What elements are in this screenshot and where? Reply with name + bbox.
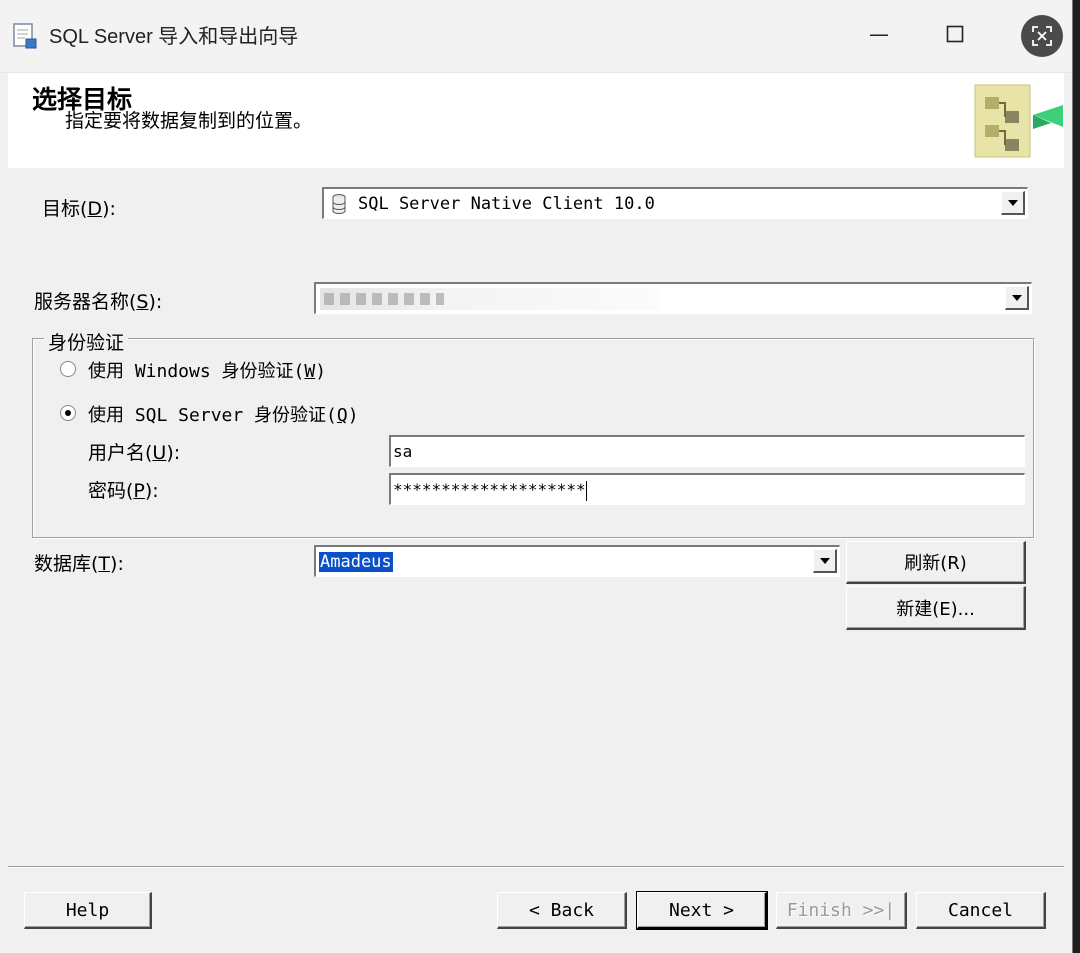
window-title: SQL Server 导入和导出向导	[49, 26, 299, 48]
screenshot-close-icon	[1032, 26, 1052, 46]
chevron-down-icon	[1007, 199, 1018, 206]
server-name-dropdown-button[interactable]	[1005, 286, 1029, 310]
windows-auth-label[interactable]: 使用 Windows 身份验证(W)	[88, 357, 326, 383]
destination-select[interactable]: SQL Server Native Client 10.0	[322, 187, 1028, 219]
cancel-button-label: Cancel	[947, 899, 1014, 921]
help-button[interactable]: Help	[24, 892, 152, 929]
password-input[interactable]: ********************	[389, 473, 1025, 505]
refresh-button-label: 刷新(R)	[904, 553, 967, 574]
database-label: 数据库(T):	[34, 553, 124, 575]
header-divider	[8, 166, 1064, 168]
help-button-label: Help	[65, 899, 110, 921]
password-label: 密码(P):	[88, 480, 159, 502]
username-input[interactable]: sa	[389, 435, 1025, 467]
wizard-window: SQL Server 导入和导出向导 — 选择目标 指定要将数据复制到的位置。	[0, 0, 1073, 953]
sql-auth-radio[interactable]	[60, 405, 76, 421]
minimize-button[interactable]: —	[856, 14, 902, 54]
page-subtitle: 指定要将数据复制到的位置。	[65, 110, 313, 132]
wizard-header-graphic-icon	[974, 84, 1063, 158]
cancel-button[interactable]: Cancel	[916, 892, 1046, 929]
server-name-redacted-marks	[324, 293, 444, 305]
minimize-icon: —	[869, 22, 889, 46]
destination-value: SQL Server Native Client 10.0	[358, 194, 655, 214]
database-icon	[332, 194, 346, 214]
chevron-down-icon	[1011, 294, 1022, 301]
text-caret	[585, 480, 587, 501]
new-database-button[interactable]: 新建(E)...	[846, 586, 1026, 630]
next-button-label: Next >	[668, 899, 735, 921]
password-value: ********************	[393, 480, 586, 499]
footer-separator	[8, 866, 1064, 867]
finish-button: Finish >>|	[776, 892, 907, 929]
database-dropdown-button[interactable]	[813, 549, 837, 573]
database-value: Amadeus	[319, 552, 393, 572]
windows-auth-radio[interactable]	[60, 361, 76, 377]
wizard-app-icon	[13, 23, 37, 49]
next-button[interactable]: Next >	[636, 891, 768, 930]
maximize-icon	[946, 25, 964, 43]
screenshot-close-button[interactable]	[1021, 15, 1063, 57]
back-button-label: < Back	[528, 899, 595, 921]
destination-label: 目标(D):	[42, 198, 116, 220]
sql-auth-label[interactable]: 使用 SQL Server 身份验证(Q)	[88, 401, 359, 427]
new-database-button-label: 新建(E)...	[896, 598, 975, 620]
back-button[interactable]: < Back	[497, 892, 627, 929]
server-name-combo[interactable]	[314, 282, 1032, 314]
destination-dropdown-button[interactable]	[1001, 191, 1025, 215]
authentication-legend: 身份验证	[44, 328, 129, 355]
chevron-down-icon	[819, 557, 830, 564]
username-label: 用户名(U):	[88, 442, 181, 464]
wizard-header: 选择目标 指定要将数据复制到的位置。	[8, 73, 1064, 167]
title-bar: SQL Server 导入和导出向导 —	[0, 0, 1072, 73]
database-combo[interactable]: Amadeus	[314, 545, 840, 577]
finish-button-label: Finish >>|	[786, 899, 896, 921]
server-name-label: 服务器名称(S):	[34, 291, 163, 313]
refresh-button[interactable]: 刷新(R)	[846, 541, 1026, 584]
maximize-button[interactable]	[932, 14, 978, 54]
